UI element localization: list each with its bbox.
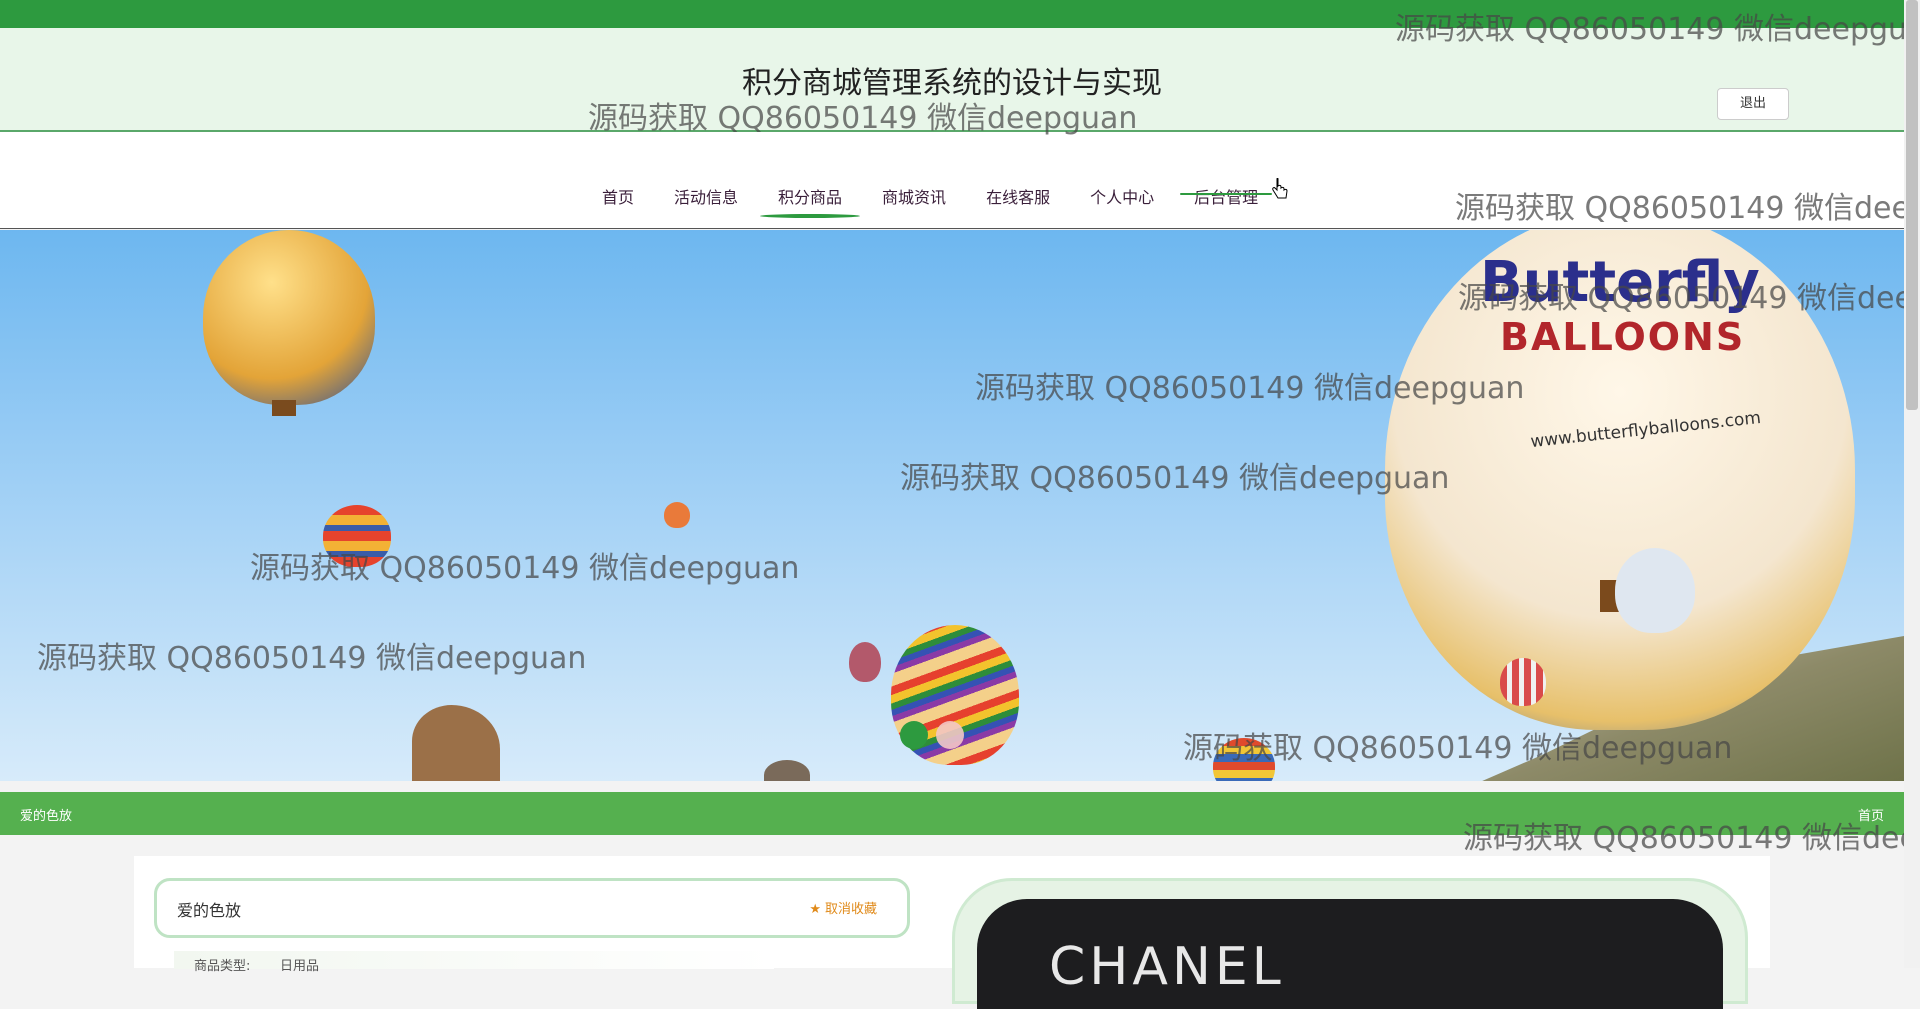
product-detail: 爱的色放 ★ 取消收藏 商品类型: 日用品 CHANEL bbox=[134, 856, 1770, 1009]
product-type-row: 商品类型: 日用品 bbox=[174, 951, 774, 974]
carousel-dots bbox=[900, 721, 972, 749]
nav-item-online-service[interactable]: 在线客服 bbox=[986, 184, 1050, 208]
product-type-value: 日用品 bbox=[280, 959, 320, 974]
scrollbar-thumb[interactable] bbox=[1906, 0, 1918, 410]
balloon-small-pink bbox=[849, 642, 881, 682]
product-image-text: CHANEL bbox=[1049, 937, 1285, 997]
balloon-brand-subtext: BALLOONS bbox=[1500, 315, 1746, 359]
watermark: 源码获取 QQ86050149 微信deepguan bbox=[1458, 281, 1920, 316]
product-name: 爱的色放 bbox=[177, 901, 242, 920]
hand-cursor-icon bbox=[1272, 178, 1288, 199]
nav-item-admin[interactable]: 后台管理 bbox=[1180, 184, 1273, 208]
balloon-far-right bbox=[1615, 548, 1695, 633]
unfavorite-label: 取消收藏 bbox=[824, 902, 877, 917]
nav-item-activities[interactable]: 活动信息 bbox=[674, 184, 738, 208]
product-image[interactable]: CHANEL bbox=[977, 899, 1723, 1009]
watermark: 源码获取 QQ86050149 微信deepguan bbox=[250, 551, 800, 586]
carousel-dot-2[interactable] bbox=[936, 721, 964, 749]
watermark: 源码获取 QQ86050149 微信deepguan bbox=[900, 461, 1450, 496]
rock-formation bbox=[412, 705, 500, 781]
product-type-label: 商品类型: bbox=[194, 959, 251, 974]
balloon-tiny bbox=[664, 502, 690, 528]
watermark: 源码获取 QQ86050149 微信deepguan bbox=[1463, 821, 1920, 856]
watermark: 源码获取 QQ86050149 微信deepguan bbox=[975, 371, 1525, 406]
product-title-box: 爱的色放 ★ 取消收藏 bbox=[154, 878, 910, 938]
star-icon: ★ bbox=[809, 902, 821, 917]
unfavorite-button[interactable]: ★ 取消收藏 bbox=[809, 898, 877, 917]
nav-item-home[interactable]: 首页 bbox=[602, 184, 634, 208]
watermark: 源码获取 QQ86050149 微信deepguan bbox=[1455, 191, 1920, 226]
watermark: 源码获取 QQ86050149 微信deepguan bbox=[37, 641, 587, 676]
watermark: 源码获取 QQ86050149 微信deepguan bbox=[1395, 12, 1920, 47]
watermark: 源码获取 QQ86050149 微信deepguan bbox=[588, 101, 1138, 136]
breadcrumb-current: 爱的色放 bbox=[20, 809, 73, 824]
rock-formation-small bbox=[764, 760, 810, 781]
nav-item-points-goods[interactable]: 积分商品 bbox=[760, 184, 861, 218]
nav-item-mall-news[interactable]: 商城资讯 bbox=[882, 184, 946, 208]
nav-item-personal-center[interactable]: 个人中心 bbox=[1090, 184, 1154, 208]
balloon-basket bbox=[272, 400, 296, 416]
carousel-dot-1[interactable] bbox=[900, 721, 928, 749]
logout-button[interactable]: 退出 bbox=[1717, 88, 1789, 120]
watermark: 源码获取 QQ86050149 微信deepguan bbox=[1183, 731, 1733, 766]
balloon-red-white bbox=[1500, 658, 1546, 706]
product-image-frame: CHANEL bbox=[952, 878, 1748, 1009]
balloon-butterfly-small bbox=[203, 230, 375, 405]
